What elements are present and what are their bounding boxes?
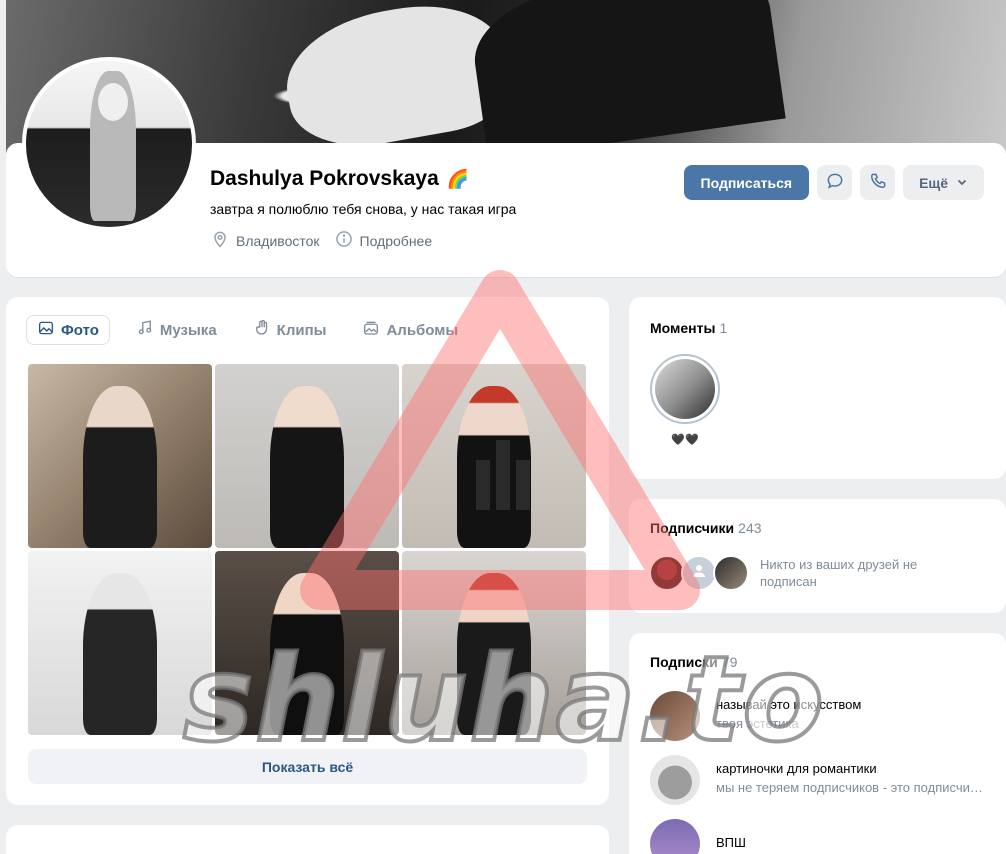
- subscriptions-block: Подписки 79 называй это искусством твоя э…: [629, 633, 1006, 854]
- phone-icon: [868, 171, 888, 194]
- sub-name: ВПШ: [716, 835, 746, 850]
- tab-label: Клипы: [276, 321, 327, 339]
- moment-label: 🖤🖤: [671, 434, 699, 446]
- photo-thumbnail[interactable]: [215, 364, 399, 548]
- sub-desc: мы не теряем подписчиков - это подписчик…: [716, 780, 986, 795]
- moments-count: 1: [719, 320, 728, 336]
- profile-name: Dashulya Pokrovskaya: [210, 167, 439, 190]
- location-pin-icon: [210, 229, 230, 252]
- follower-avatars[interactable]: [649, 555, 749, 591]
- list-item[interactable]: называй это искусством твоя эстетика: [650, 691, 986, 741]
- avatar: [681, 555, 717, 591]
- chat-bubble-icon: [825, 171, 845, 194]
- avatar: [649, 555, 685, 591]
- sub-text: картиночки для романтики мы не теряем по…: [716, 755, 986, 795]
- moments-block: Моменты 1 🖤🖤: [629, 297, 1006, 479]
- avatar: [650, 691, 700, 741]
- tab-photos[interactable]: Фото: [26, 315, 110, 345]
- subscriptions-title-text: Подписки: [650, 654, 718, 670]
- moments-title[interactable]: Моменты 1: [650, 320, 727, 336]
- details-link[interactable]: Подробнее: [334, 229, 433, 252]
- more-label: Ещё: [919, 174, 948, 191]
- sub-text: называй это искусством твоя эстетика: [716, 691, 986, 731]
- media-tabs: Фото Музыка Клипы Альбомы: [26, 315, 468, 345]
- subscriptions-count: 79: [721, 654, 738, 670]
- tab-label: Альбомы: [386, 321, 459, 339]
- followers-title[interactable]: Подписчики 243: [650, 520, 762, 536]
- profile-status: завтра я полюблю тебя снова, у нас такая…: [210, 201, 517, 217]
- avatar: [650, 819, 700, 854]
- albums-icon: [362, 319, 380, 341]
- followers-block: Подписчики 243 Никто из ваших друзей не п…: [629, 499, 1006, 613]
- rainbow-emoji: 🌈: [446, 168, 470, 189]
- call-button[interactable]: [860, 165, 896, 200]
- profile-name-row: Dashulya Pokrovskaya 🌈: [210, 167, 469, 191]
- profile-meta: Владивосток Подробнее: [210, 229, 432, 252]
- photo-thumbnail[interactable]: [402, 551, 586, 735]
- sub-desc: твоя эстетика: [716, 716, 799, 731]
- tab-clips[interactable]: Клипы: [243, 315, 337, 345]
- tab-music[interactable]: Музыка: [126, 315, 227, 345]
- moment-item[interactable]: [650, 354, 720, 424]
- photo-thumbnail[interactable]: [28, 364, 212, 548]
- tab-label: Музыка: [159, 321, 217, 339]
- photo-figure: [270, 573, 344, 735]
- chevron-down-icon: [956, 175, 968, 191]
- location-text: Владивосток: [236, 232, 320, 249]
- photo-thumbnail[interactable]: [402, 364, 586, 548]
- photo-figure: [457, 573, 531, 735]
- media-block: Фото Музыка Клипы Альбомы Показать всё: [6, 297, 609, 805]
- profile-actions: Подписаться Ещё: [683, 165, 984, 200]
- tab-albums[interactable]: Альбомы: [352, 315, 468, 345]
- cover-leg-shape: [466, 0, 786, 160]
- sub-text: ВПШ: [716, 819, 746, 850]
- clips-icon: [253, 319, 271, 341]
- info-icon: [334, 229, 354, 252]
- moments-title-text: Моменты: [650, 320, 716, 336]
- photo-grid: [28, 364, 587, 735]
- photo-figure: [270, 386, 344, 548]
- sub-name: картиночки для романтики: [716, 761, 877, 776]
- profile-avatar[interactable]: [22, 57, 196, 231]
- avatar: [650, 755, 700, 805]
- list-item[interactable]: картиночки для романтики мы не теряем по…: [650, 755, 986, 805]
- photo-thumbnail[interactable]: [28, 551, 212, 735]
- photo-figure: [83, 573, 157, 735]
- list-item[interactable]: ВПШ: [650, 819, 746, 854]
- more-button[interactable]: Ещё: [903, 165, 984, 200]
- sub-name: называй это искусством: [716, 697, 862, 712]
- followers-note: Никто из ваших друзей не подписан: [760, 557, 918, 589]
- subscribe-button[interactable]: Подписаться: [683, 165, 810, 200]
- avatar-face-shape: [98, 83, 128, 121]
- message-button[interactable]: [817, 165, 853, 200]
- user-silhouette-icon: [690, 562, 708, 585]
- followers-count: 243: [738, 520, 762, 536]
- tab-label: Фото: [61, 321, 99, 339]
- location-item[interactable]: Владивосток: [210, 229, 320, 252]
- image-icon: [37, 319, 55, 341]
- subscriptions-title[interactable]: Подписки 79: [650, 654, 737, 670]
- photo-figure: [457, 386, 531, 548]
- photo-figure: [83, 386, 157, 548]
- photo-thumbnail[interactable]: [215, 551, 399, 735]
- music-note-icon: [136, 319, 154, 341]
- moment-thumbnail: [655, 359, 715, 419]
- show-all-button[interactable]: Показать всё: [28, 749, 587, 784]
- avatar: [713, 555, 749, 591]
- followers-title-text: Подписчики: [650, 520, 735, 536]
- details-text: Подробнее: [359, 232, 433, 249]
- wall-block: [6, 825, 609, 854]
